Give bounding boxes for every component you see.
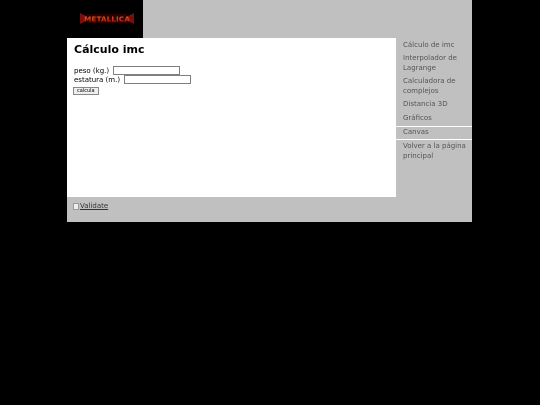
sidebar-item-volver-principal[interactable]: Volver a la página principal bbox=[403, 142, 469, 161]
header-banner bbox=[143, 0, 472, 38]
sidebar-divider bbox=[396, 139, 472, 140]
peso-label: peso (kg.) bbox=[74, 66, 110, 75]
main-content: Cálculo imc peso (kg.) estatura (m.) cal… bbox=[67, 38, 396, 197]
sidebar-item-interpolador-lagrange[interactable]: Interpolador de Lagrange bbox=[403, 54, 469, 73]
peso-row: peso (kg.) bbox=[74, 66, 181, 75]
sidebar-item-calculo-imc[interactable]: Cálculo de imc bbox=[403, 41, 469, 51]
sidebar-item-distancia-3d[interactable]: Distancia 3D bbox=[403, 100, 469, 110]
page-wrapper: METALLICA Cálculo imc peso (kg.) estatur… bbox=[67, 0, 472, 222]
estatura-row: estatura (m.) bbox=[74, 75, 192, 84]
broken-image-icon bbox=[73, 202, 79, 210]
validate-label: Validate bbox=[80, 202, 109, 210]
page-title: Cálculo imc bbox=[74, 43, 145, 56]
sidebar-item-calculadora-complejos[interactable]: Calculadora de complejos bbox=[403, 77, 469, 96]
logo-text: METALLICA bbox=[84, 14, 130, 23]
sidebar-nav: Cálculo de imc Interpolador de Lagrange … bbox=[396, 38, 472, 197]
header: METALLICA bbox=[67, 0, 472, 38]
sidebar-divider bbox=[396, 126, 472, 127]
estatura-label: estatura (m.) bbox=[74, 75, 121, 84]
sidebar-item-graficos[interactable]: Gráficos bbox=[403, 114, 469, 124]
logo-area: METALLICA bbox=[67, 0, 143, 38]
validate-link[interactable]: Validate bbox=[73, 202, 108, 210]
footer: Validate bbox=[67, 197, 472, 222]
peso-input[interactable] bbox=[113, 66, 181, 75]
estatura-input[interactable] bbox=[124, 75, 192, 84]
sidebar-item-canvas[interactable]: Canvas bbox=[403, 128, 469, 138]
calcula-button[interactable]: calcula bbox=[73, 87, 99, 95]
metallica-logo: METALLICA bbox=[80, 13, 134, 24]
